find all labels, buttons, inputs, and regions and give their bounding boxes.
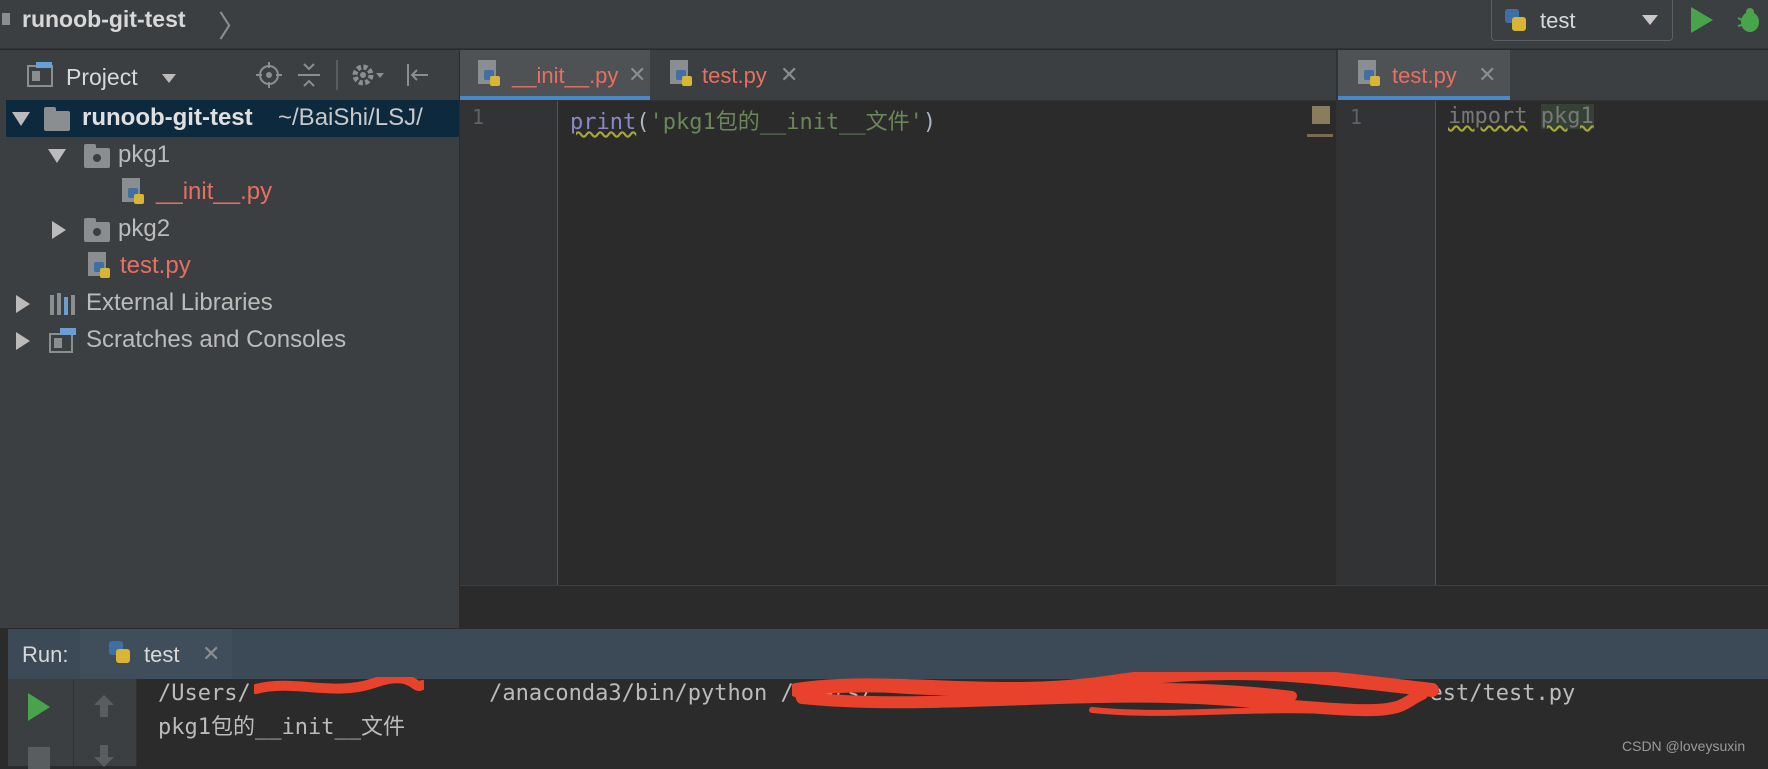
editor-right[interactable]: 1 import pkg1	[1338, 101, 1768, 585]
code-module: pkg1	[1540, 104, 1594, 129]
collapse-all-icon[interactable]	[296, 62, 322, 88]
tree-item-pkg2[interactable]: pkg2	[6, 211, 459, 248]
python-icon	[109, 641, 130, 663]
redaction-scribble	[792, 672, 1439, 717]
tree-item-test-py[interactable]: test.py	[6, 248, 459, 285]
tree-label: test.py	[120, 252, 191, 279]
inspection-marker[interactable]	[1312, 106, 1330, 124]
tab-label: __init__.py	[512, 63, 619, 88]
editor-tab-bar-right: test.py ✕	[1338, 50, 1768, 101]
code-string: 'pkg1包的__init__文件'	[649, 110, 923, 135]
hide-panel-icon[interactable]	[404, 62, 430, 88]
tree-path: ~/BaiShi/LSJ/	[278, 104, 423, 131]
editor-bottom-area	[460, 585, 1768, 629]
folder-icon	[44, 107, 70, 131]
project-icon	[2, 13, 10, 25]
package-folder-icon	[84, 144, 110, 168]
tree-label: Scratches and Consoles	[86, 326, 347, 353]
expand-arrow-icon[interactable]	[48, 149, 66, 163]
code-paren: )	[922, 110, 937, 135]
python-icon	[1505, 9, 1526, 31]
tree-label: runoob-git-test	[82, 104, 253, 131]
tab-label: test.py	[702, 63, 767, 88]
tab-test-py[interactable]: test.py ✕	[656, 50, 804, 100]
title-bar: runoob-git-test 〉 test	[0, 0, 1768, 49]
tree-label: External Libraries	[86, 289, 273, 316]
python-file-icon	[478, 60, 500, 86]
expand-arrow-icon[interactable]	[12, 112, 30, 126]
tree-label: pkg1	[118, 141, 171, 168]
breadcrumb-chevron-icon: 〉	[218, 11, 248, 44]
run-toolbar	[8, 679, 137, 769]
close-icon[interactable]: ✕	[1478, 62, 1496, 88]
editor-tab-bar-left: __init__.py ✕ test.py ✕	[460, 50, 1336, 101]
project-view-icon	[27, 62, 53, 87]
python-file-icon	[1358, 60, 1380, 86]
python-file-icon	[670, 60, 692, 86]
tree-label: __init__.py	[156, 178, 273, 205]
scrollbar-marker	[1307, 134, 1333, 137]
close-icon[interactable]: ✕	[202, 641, 220, 667]
tree-item-pkg1[interactable]: pkg1	[6, 137, 459, 174]
rerun-button[interactable]	[28, 693, 50, 721]
tree-item-root[interactable]: runoob-git-test ~/BaiShi/LSJ/	[6, 100, 459, 137]
close-icon[interactable]: ✕	[780, 62, 798, 88]
tab-test-py-right[interactable]: test.py ✕	[1338, 50, 1510, 100]
line-number-gutter: 1	[1338, 101, 1436, 585]
code-line[interactable]: import pkg1	[1448, 104, 1594, 129]
tree-item-scratches[interactable]: Scratches and Consoles	[6, 322, 459, 359]
watermark: CSDN @loveysuxin	[1622, 738, 1746, 754]
python-file-icon	[88, 252, 110, 278]
code-function: print	[570, 110, 637, 135]
scratches-icon	[49, 328, 76, 353]
code-keyword: import	[1448, 104, 1528, 129]
line-number: 1	[472, 105, 485, 129]
gear-icon[interactable]	[350, 61, 386, 89]
line-number: 1	[1350, 105, 1363, 129]
chevron-down-icon	[1642, 15, 1658, 25]
code-line[interactable]: print('pkg1包的__init__文件')	[570, 104, 936, 136]
window-title[interactable]: runoob-git-test	[22, 6, 186, 33]
project-panel: Project runoob-git-test ~/BaiShi/LSJ/ pk…	[6, 50, 460, 628]
project-panel-header: Project	[6, 50, 459, 100]
tab-init-py[interactable]: __init__.py ✕	[460, 50, 650, 100]
collapse-arrow-icon[interactable]	[52, 221, 66, 239]
toolbar-divider	[336, 60, 338, 90]
tab-label: test.py	[1392, 63, 1457, 88]
locate-icon[interactable]	[256, 62, 282, 88]
arrow-up-icon[interactable]	[92, 693, 116, 719]
editor-left[interactable]: 1 print('pkg1包的__init__文件')	[460, 101, 1336, 585]
run-tab-label: test	[144, 642, 180, 667]
run-button[interactable]	[1691, 7, 1713, 33]
line-number-gutter: 1	[460, 101, 558, 585]
run-configuration-selector[interactable]: test	[1491, 0, 1673, 41]
tree-item-external-libraries[interactable]: External Libraries	[6, 285, 459, 322]
redaction-scribble	[254, 677, 424, 694]
run-config-label: test	[1540, 8, 1576, 33]
tree-label: pkg2	[118, 215, 171, 242]
collapse-arrow-icon[interactable]	[16, 295, 30, 313]
project-panel-title[interactable]: Project	[66, 64, 138, 91]
toolbar-divider	[73, 679, 74, 766]
library-icon	[50, 293, 75, 315]
tree-item-init-py[interactable]: __init__.py	[6, 174, 459, 211]
collapse-arrow-icon[interactable]	[16, 332, 30, 350]
arrow-down-icon[interactable]	[92, 743, 116, 769]
debug-bug-icon[interactable]	[1736, 6, 1762, 34]
code-paren: (	[636, 110, 650, 135]
run-tab-test[interactable]: test ✕	[80, 629, 232, 679]
close-icon[interactable]: ✕	[628, 62, 646, 88]
chevron-down-icon[interactable]	[162, 74, 176, 83]
run-panel-title: Run:	[22, 642, 69, 667]
console-line-output[interactable]: pkg1包的__init__文件	[158, 709, 405, 741]
package-folder-icon	[84, 218, 110, 242]
python-file-icon	[122, 178, 144, 204]
